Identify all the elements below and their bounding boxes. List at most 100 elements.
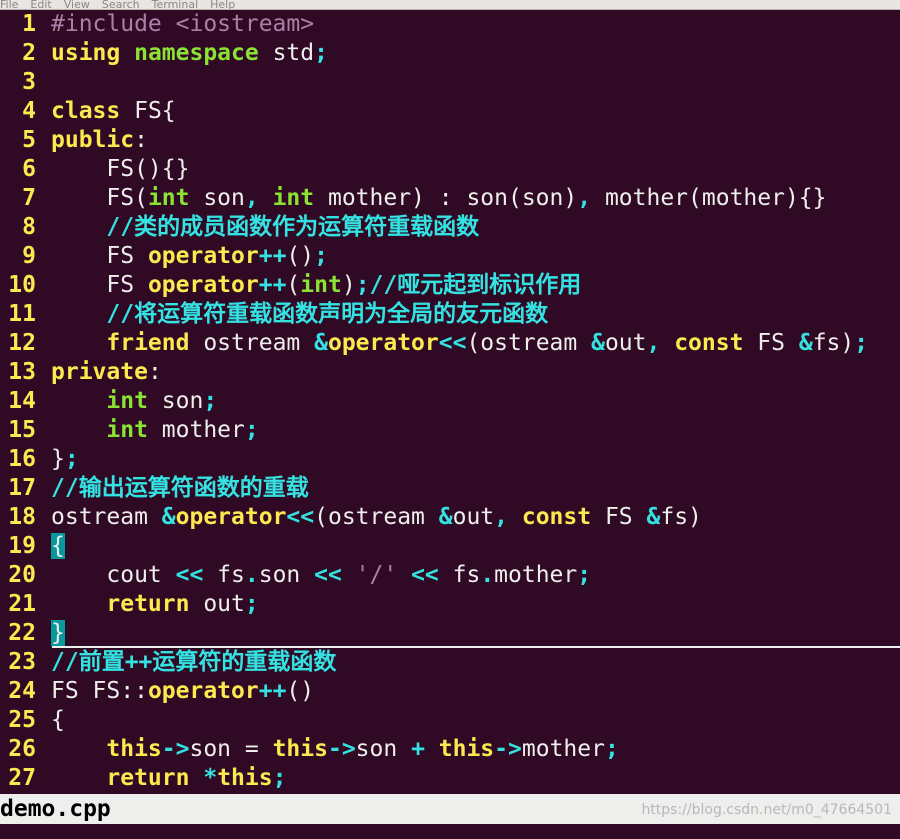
code-token: ,	[646, 330, 661, 356]
code-token: ()	[286, 678, 315, 704]
line-number: 1	[22, 11, 36, 37]
menu-item-file[interactable]: File	[0, 0, 18, 9]
code-token: FS	[591, 504, 647, 530]
code-token: //哑元起到标识作用	[369, 272, 582, 298]
code-token: &	[161, 504, 176, 530]
code-token: .	[480, 562, 495, 588]
code-line[interactable]: 12 friend ostream &operator<<(ostream &o…	[0, 329, 900, 358]
code-line[interactable]: 5 public:	[0, 126, 900, 155]
code-token: FS{	[120, 98, 176, 124]
code-line[interactable]: 14 int son;	[0, 387, 900, 416]
menu-item-search[interactable]: Search	[102, 0, 140, 9]
code-token: FS	[743, 330, 799, 356]
code-token: son	[147, 388, 204, 414]
vim-editor[interactable]: 1 #include <iostream> 2 using namespace std…	[0, 10, 900, 794]
code-line[interactable]: 25 {	[0, 706, 900, 735]
code-token: private	[51, 359, 148, 385]
menu-item-terminal[interactable]: Terminal	[152, 0, 199, 9]
code-line[interactable]: 10 FS operator++(int);//哑元起到标识作用	[0, 271, 900, 300]
code-token: int	[51, 388, 148, 414]
line-number: 15	[8, 417, 36, 443]
code-line[interactable]: 13 private:	[0, 358, 900, 387]
code-token: ,	[577, 185, 592, 211]
code-token: out	[604, 330, 647, 356]
code-token: ;	[577, 562, 592, 588]
code-token: this	[424, 736, 495, 762]
code-token: <<	[397, 562, 439, 588]
code-line[interactable]: 27 return *this;	[0, 764, 900, 793]
code-line[interactable]: 1 #include <iostream>	[0, 10, 900, 39]
code-token: ()	[286, 243, 315, 269]
code-token: ;	[314, 243, 328, 269]
code-line[interactable]: 19 {	[0, 532, 900, 561]
code-token: &	[646, 504, 661, 530]
code-token: return	[51, 591, 190, 617]
code-line[interactable]: 16};	[0, 445, 900, 474]
code-token: using	[51, 40, 121, 66]
code-token: son	[258, 562, 315, 588]
code-line[interactable]: 2 using namespace std;	[0, 39, 900, 68]
menu-bar: File Edit View Search Terminal Help	[0, 0, 900, 10]
code-line[interactable]: 9 FS operator++();	[0, 242, 900, 271]
line-number: 13	[8, 359, 36, 385]
line-number: 3	[22, 69, 36, 95]
code-line[interactable]: 26 this->son = this->son + this->mother;	[0, 735, 900, 764]
code-token: {	[51, 707, 65, 733]
code-token: ,	[244, 185, 259, 211]
code-token: operator	[147, 243, 259, 269]
menu-item-help[interactable]: Help	[210, 0, 235, 9]
line-number: 27	[8, 765, 36, 791]
line-number: 5	[22, 127, 36, 153]
line-number: 4	[22, 98, 36, 124]
code-token: ostream	[51, 504, 162, 530]
code-token: <<	[286, 504, 315, 530]
code-line[interactable]: 20 cout << fs.son << '/' << fs.mother;	[0, 561, 900, 590]
watermark-text: https://blog.csdn.net/m0_47664501	[641, 802, 892, 818]
code-line[interactable]: 22}	[0, 619, 900, 648]
code-token: <<	[314, 562, 342, 588]
menu-item-edit[interactable]: Edit	[30, 0, 51, 9]
code-line[interactable]: 15 int mother;	[0, 416, 900, 445]
code-line[interactable]: 8 //类的成员函数作为运算符重载函数	[0, 213, 900, 242]
code-line[interactable]: 3	[0, 68, 900, 97]
code-token: operator	[327, 330, 439, 356]
code-line[interactable]: 6 FS(){}	[0, 155, 900, 184]
code-token: son	[189, 185, 245, 211]
code-token: out	[189, 591, 245, 617]
line-number: 14	[8, 388, 36, 414]
code-token: fs)	[812, 330, 855, 356]
code-line[interactable]: 7 FS(int son, int mother) : son(son), mo…	[0, 184, 900, 213]
line-number: 12	[8, 330, 36, 356]
code-token: FS(	[51, 185, 148, 211]
code-line[interactable]: 18 ostream &operator<<(ostream &out, cons…	[0, 503, 900, 532]
code-line[interactable]: 11 //将运算符重载函数声明为全局的友元函数	[0, 300, 900, 329]
line-number: 20	[8, 562, 36, 588]
code-token: mother	[494, 562, 578, 588]
menu-item-view[interactable]: View	[64, 0, 90, 9]
line-number: 21	[8, 591, 36, 617]
line-number: 26	[8, 736, 36, 762]
code-token: <<	[175, 562, 204, 588]
code-token: :	[147, 359, 162, 385]
line-number: 9	[22, 243, 36, 269]
code-token: operator	[147, 678, 259, 704]
code-token: //类的成员函数作为运算符重载函数	[51, 214, 480, 240]
code-token: FS	[51, 272, 148, 298]
code-line[interactable]: 21 return out;	[0, 590, 900, 619]
line-number: 24	[8, 678, 36, 704]
code-token: son =	[189, 736, 273, 762]
code-line[interactable]: 23 //前置++运算符的重载函数	[0, 648, 900, 677]
code-token: fs	[438, 562, 481, 588]
code-token: this	[217, 765, 273, 791]
code-token: //输出运算符函数的重载	[51, 475, 309, 501]
code-token: int	[147, 185, 190, 211]
filename-label: demo.cpp	[0, 796, 111, 822]
code-line[interactable]: 4 class FS{	[0, 97, 900, 126]
line-number: 22	[8, 620, 36, 646]
code-token: ;	[604, 736, 619, 762]
code-line[interactable]: 24 FS FS::operator++()	[0, 677, 900, 706]
code-line[interactable]: 17 //输出运算符函数的重载	[0, 474, 900, 503]
code-token: }	[51, 446, 65, 472]
code-token: ;	[854, 330, 869, 356]
code-token: ++	[258, 678, 287, 704]
